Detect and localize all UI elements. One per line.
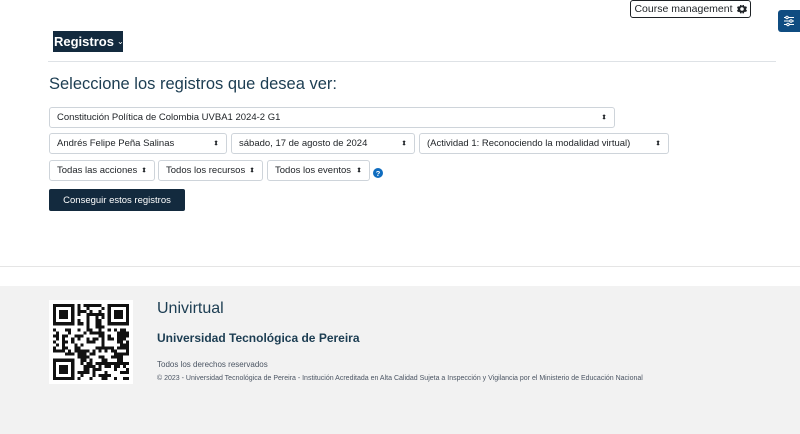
sliders-icon: [784, 15, 794, 27]
resources-select[interactable]: Todos los recursos ⬍: [158, 160, 263, 181]
activity-select[interactable]: (Actividad 1: Reconociendo la modalidad …: [419, 133, 669, 154]
gear-icon: [736, 4, 747, 14]
footer-title: Univirtual: [157, 300, 224, 317]
caret-updown-icon: ⬍: [601, 114, 607, 121]
chevron-down-icon: ⌄: [116, 37, 124, 46]
course-select-value: Constitución Política de Colombia UVBA1 …: [57, 112, 281, 123]
footer-rights: Todos los derechos reservados: [157, 360, 268, 369]
resources-select-value: Todos los recursos: [166, 165, 246, 176]
page-heading: Seleccione los registros que desea ver:: [49, 75, 337, 93]
registros-label: Registros: [54, 34, 114, 49]
divider: [48, 61, 776, 62]
course-management-label: Course management: [634, 3, 733, 15]
caret-updown-icon: ⬍: [401, 140, 407, 147]
course-select[interactable]: Constitución Política de Colombia UVBA1 …: [49, 107, 615, 128]
user-select[interactable]: Andrés Felipe Peña Salinas ⬍: [49, 133, 227, 154]
actions-select[interactable]: Todas las acciones ⬍: [49, 160, 155, 181]
question-circle-icon[interactable]: ?: [373, 168, 383, 178]
caret-updown-icon: ⬍: [249, 167, 255, 174]
get-logs-button[interactable]: Conseguir estos registros: [49, 189, 185, 211]
course-management-button[interactable]: Course management: [630, 0, 751, 18]
qr-code-icon: [49, 300, 133, 384]
footer-subtitle: Universidad Tecnológica de Pereira: [157, 331, 360, 345]
date-select[interactable]: sábado, 17 de agosto de 2024 ⬍: [231, 133, 415, 154]
user-select-value: Andrés Felipe Peña Salinas: [57, 138, 175, 149]
caret-updown-icon: ⬍: [213, 140, 219, 147]
footer-copyright: © 2023 - Universidad Tecnológica de Pere…: [157, 375, 643, 382]
events-select-value: Todos los eventos: [275, 165, 352, 176]
caret-updown-icon: ⬍: [356, 167, 362, 174]
footer: Univirtual Universidad Tecnológica de Pe…: [0, 286, 800, 434]
registros-dropdown[interactable]: Registros ⌄: [53, 31, 124, 52]
actions-select-value: Todas las acciones: [57, 165, 138, 176]
date-select-value: sábado, 17 de agosto de 2024: [239, 138, 368, 149]
activity-select-value: (Actividad 1: Reconociendo la modalidad …: [427, 138, 631, 149]
drawer-toggle-button[interactable]: [778, 10, 800, 32]
events-select[interactable]: Todos los eventos ⬍: [267, 160, 370, 181]
footer-divider: [0, 266, 800, 267]
caret-updown-icon: ⬍: [655, 140, 661, 147]
caret-updown-icon: ⬍: [141, 167, 147, 174]
